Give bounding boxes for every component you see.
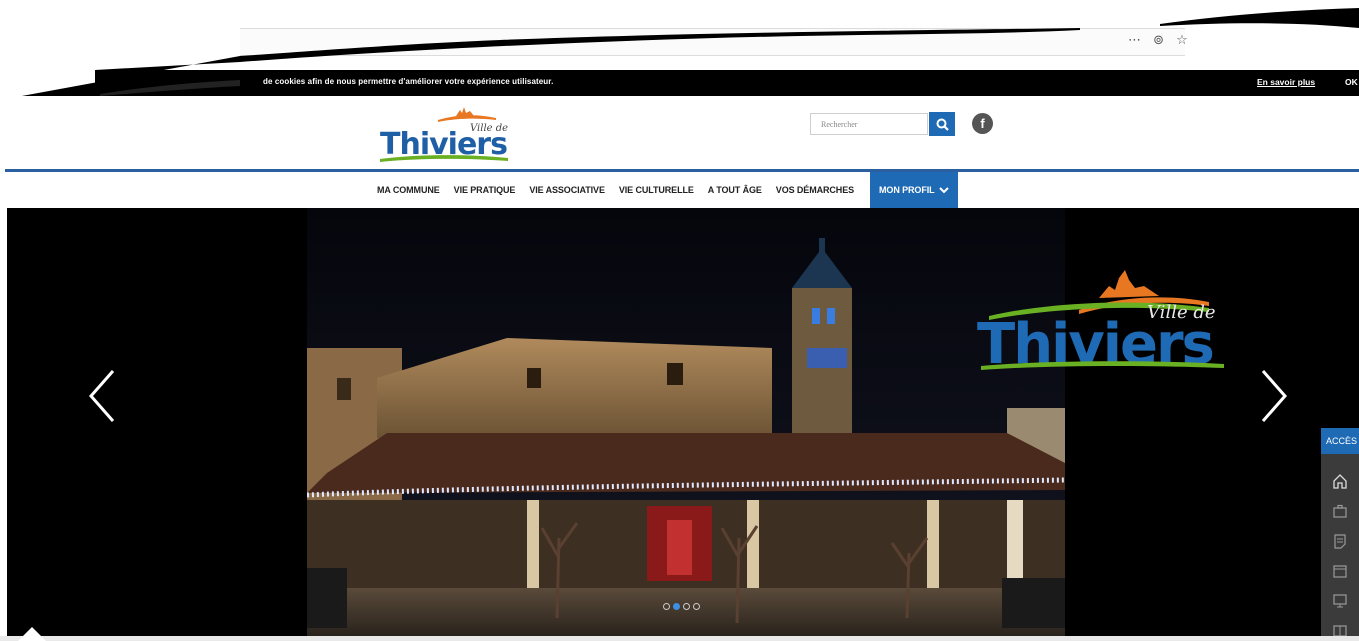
quick-access-label[interactable]: ACCÈS	[1321, 428, 1359, 454]
briefcase-icon	[1333, 504, 1347, 518]
slider-dot-active[interactable]	[673, 603, 680, 610]
quick-document-button[interactable]	[1321, 526, 1359, 556]
slider-dot[interactable]	[663, 603, 670, 610]
hero-photo-market-hall	[307, 208, 1065, 636]
calendar-icon	[1333, 565, 1347, 578]
quick-briefcase-button[interactable]	[1321, 496, 1359, 526]
hero-thiviers-logo: Ville de Thiviers	[977, 270, 1224, 373]
facebook-icon: f	[980, 116, 985, 131]
document-icon	[1334, 534, 1346, 549]
slider-prev-arrow[interactable]	[83, 366, 123, 426]
slider-next-arrow[interactable]	[1253, 366, 1293, 426]
search-button[interactable]	[929, 112, 955, 136]
slider-dot[interactable]	[683, 603, 690, 610]
chevron-down-icon	[938, 186, 949, 193]
page-bottom-strip	[0, 636, 1359, 641]
browser-toolbar: ⋯ ⊚ ☆	[0, 0, 1359, 70]
facebook-button[interactable]: f	[972, 113, 993, 134]
quick-monitor-button[interactable]	[1321, 586, 1359, 616]
slider-dot[interactable]	[693, 603, 700, 610]
home-icon	[1333, 474, 1347, 489]
search-icon	[936, 118, 949, 131]
cookie-banner: de cookies afin de nous permettre d'amél…	[95, 70, 1359, 96]
nav-ma-commune[interactable]: MA COMMUNE	[370, 172, 447, 208]
monitor-icon	[1333, 594, 1347, 608]
site-header: Ville de Thiviers Rechercher f MA COMMUN…	[0, 96, 1359, 208]
quick-home-button[interactable]	[1321, 466, 1359, 496]
nav-mon-profil-label: MON PROFIL	[879, 185, 935, 195]
nav-vie-pratique[interactable]: VIE PRATIQUE	[447, 172, 523, 208]
nav-vie-associative[interactable]: VIE ASSOCIATIVE	[522, 172, 612, 208]
cookie-learn-more-link[interactable]: En savoir plus	[1257, 77, 1315, 87]
scroll-to-top-button[interactable]	[18, 624, 46, 641]
thiviers-logo[interactable]: Ville de Thiviers	[378, 104, 513, 164]
quick-calendar-button[interactable]	[1321, 556, 1359, 586]
nav-a-tout-age[interactable]: A TOUT ÂGE	[701, 172, 769, 208]
quick-access-panel: ACCÈS	[1321, 428, 1359, 637]
address-bar[interactable]	[240, 28, 1185, 56]
search-input[interactable]: Rechercher	[810, 113, 928, 135]
nav-mon-profil[interactable]: MON PROFIL	[870, 172, 958, 208]
browser-page-actions[interactable]: ⋯ ⊚ ☆	[1128, 33, 1192, 48]
cookie-message: de cookies afin de nous permettre d'amél…	[263, 77, 554, 86]
nav-vie-culturelle[interactable]: VIE CULTURELLE	[612, 172, 701, 208]
main-navigation: MA COMMUNE VIE PRATIQUE VIE ASSOCIATIVE …	[370, 172, 958, 208]
slider-dots	[663, 603, 700, 610]
cookie-ok-button[interactable]: OK	[1345, 77, 1358, 87]
hero-slider: Ville de Thiviers	[7, 208, 1359, 636]
nav-vos-demarches[interactable]: VOS DÉMARCHES	[769, 172, 861, 208]
quick-access-icons	[1321, 454, 1359, 637]
